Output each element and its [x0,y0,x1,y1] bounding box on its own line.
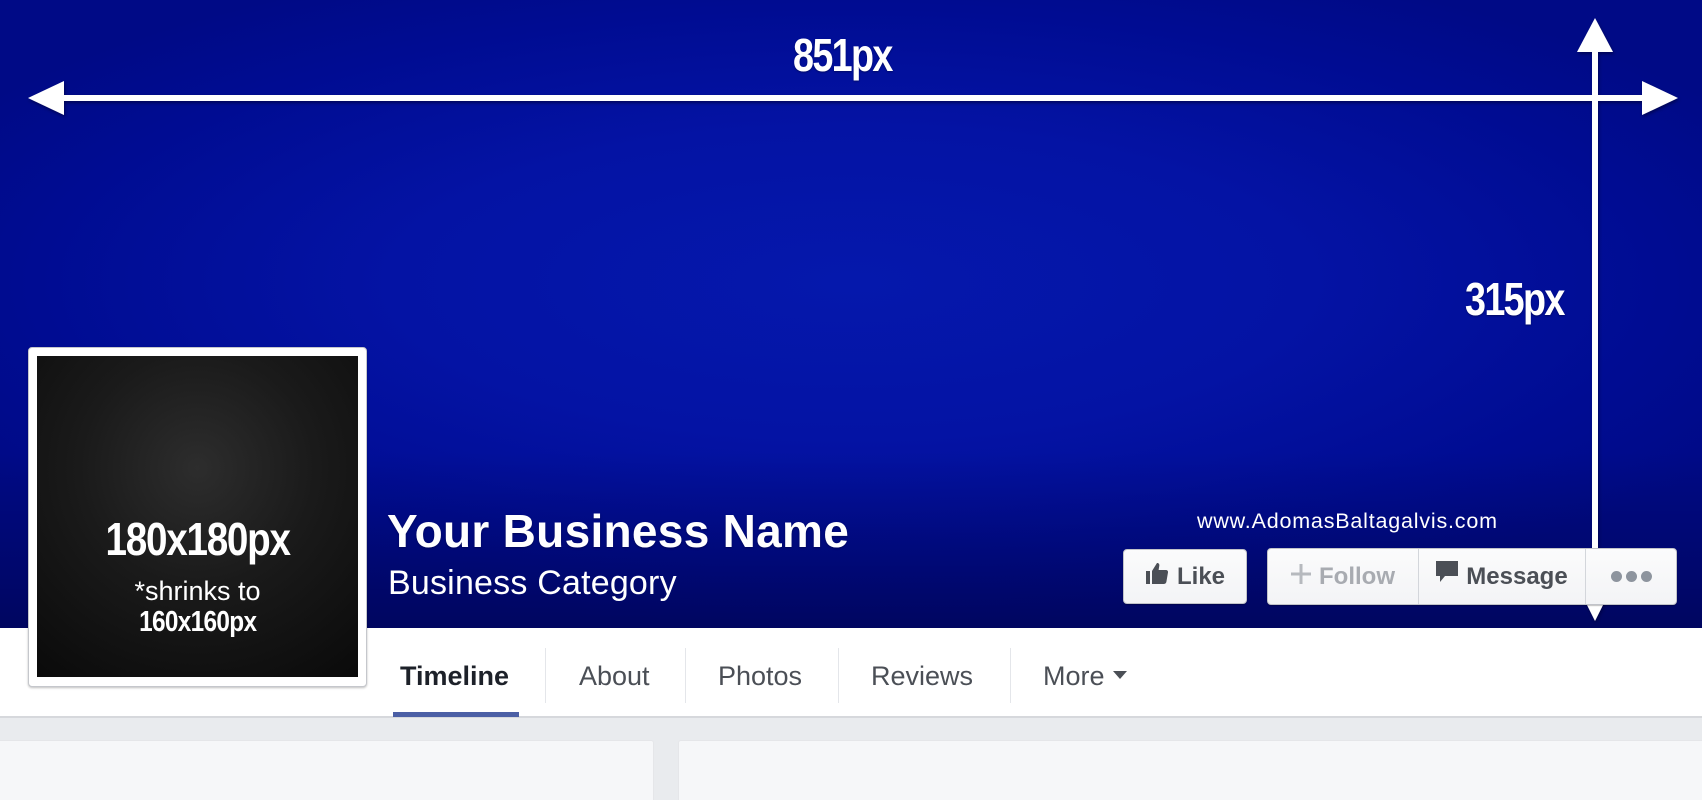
tab-photos[interactable]: Photos [718,663,802,690]
cover-height-label: 315px [1465,273,1565,325]
page-category[interactable]: Business Category [388,566,677,600]
message-label: Message [1466,562,1568,590]
page-action-group: Follow Message [1267,548,1677,605]
caret-down-icon [1112,670,1127,679]
page-title[interactable]: Your Business Name [387,508,849,554]
plus-icon [1291,563,1311,591]
tab-reviews[interactable]: Reviews [871,663,973,690]
profile-size-label: 180x180px [105,513,290,565]
cover-width-label: 851px [793,29,893,81]
follow-button[interactable]: Follow [1268,549,1419,604]
like-label: Like [1176,562,1226,590]
tab-timeline[interactable]: Timeline [400,663,509,690]
speech-bubble-icon [1436,561,1459,592]
thumbs-up-icon [1145,561,1169,592]
nav-divider [838,648,839,703]
message-button[interactable]: Message [1419,549,1586,604]
follow-label: Follow [1319,562,1395,590]
ellipsis-icon [1610,571,1652,582]
nav-divider [545,648,546,703]
left-column-card [0,740,654,800]
profile-picture-frame[interactable]: 180x180px *shrinks to 160x160px [28,347,367,687]
profile-shrink-note: *shrinks to [134,576,261,606]
watermark-url: www.AdomasBaltagalvis.com [1197,509,1498,533]
profile-shrink-size: 160x160px [138,606,257,638]
nav-divider [685,648,686,703]
tab-more-label: More [1043,661,1105,691]
more-options-button[interactable] [1586,549,1676,604]
profile-picture: 180x180px *shrinks to 160x160px [37,356,358,677]
tab-about[interactable]: About [579,663,650,690]
right-column-card [678,740,1702,800]
active-tab-indicator [393,712,519,717]
nav-divider [1010,648,1011,703]
tab-more[interactable]: More [1043,663,1127,690]
like-button[interactable]: Like [1123,549,1247,604]
